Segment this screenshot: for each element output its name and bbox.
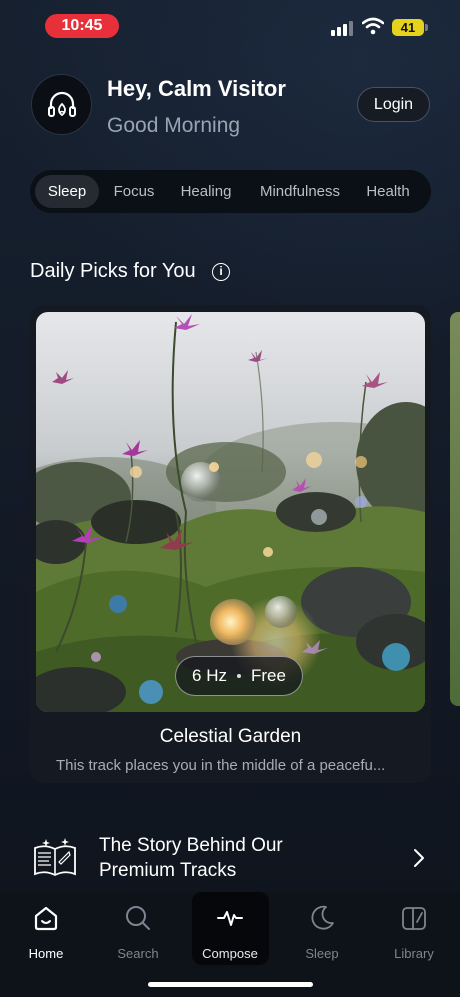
track-price: Free bbox=[251, 666, 286, 685]
home-indicator[interactable] bbox=[148, 982, 313, 987]
tab-focus[interactable]: Focus bbox=[105, 175, 163, 208]
search-icon bbox=[126, 906, 150, 930]
status-bar: 10:45 41 bbox=[0, 0, 460, 50]
track-info-pill: 6 Hz Free bbox=[175, 656, 303, 696]
chevron-right-icon[interactable] bbox=[412, 848, 426, 868]
tab-healing[interactable]: Healing bbox=[173, 175, 239, 208]
login-button[interactable]: Login bbox=[357, 87, 430, 122]
track-title: Celestial Garden bbox=[159, 726, 302, 747]
category-tabs: Sleep Focus Healing Mindfulness Health bbox=[30, 170, 431, 213]
tab-mindfulness[interactable]: Mindfulness bbox=[251, 175, 349, 208]
card-artwork: 6 Hz Free bbox=[36, 312, 425, 712]
story-line-2: Premium Tracks bbox=[99, 860, 237, 881]
story-row[interactable]: The Story Behind Our Premium Tracks bbox=[30, 822, 430, 892]
home-icon bbox=[34, 906, 58, 931]
nav-search-label: Search bbox=[117, 946, 159, 961]
track-description: This track places you in the middle of a… bbox=[56, 757, 386, 774]
info-icon[interactable]: i bbox=[212, 263, 230, 281]
nav-compose-label: Compose bbox=[202, 946, 258, 961]
track-frequency: 6 Hz bbox=[192, 666, 227, 685]
nav-library-label: Library bbox=[394, 946, 434, 961]
status-time: 10:45 bbox=[45, 14, 119, 38]
nav-home[interactable]: Home bbox=[0, 900, 92, 966]
wifi-icon bbox=[362, 17, 384, 35]
nav-home-label: Home bbox=[28, 946, 64, 961]
separator-dot bbox=[237, 674, 241, 678]
tab-health[interactable]: Health bbox=[360, 175, 416, 208]
next-card-peek[interactable] bbox=[450, 312, 460, 706]
headphones-logo-icon bbox=[47, 91, 76, 117]
battery-icon: 41 bbox=[392, 19, 424, 36]
garden-illustration bbox=[36, 312, 425, 712]
waveform-icon bbox=[217, 911, 243, 926]
nav-search[interactable]: Search bbox=[92, 900, 184, 966]
avatar[interactable] bbox=[31, 74, 92, 135]
nav-library[interactable]: Library bbox=[368, 900, 460, 966]
nav-sleep-label: Sleep bbox=[305, 946, 339, 961]
tab-sleep[interactable]: Sleep bbox=[35, 175, 99, 208]
story-title: The Story Behind Our Premium Tracks bbox=[99, 833, 283, 883]
library-icon bbox=[402, 907, 426, 930]
story-line-1: The Story Behind Our bbox=[99, 835, 283, 856]
greeting-subtitle: Good Morning bbox=[107, 114, 241, 137]
nav-sleep[interactable]: Sleep bbox=[276, 900, 368, 966]
daily-pick-card[interactable]: 6 Hz Free Celestial Garden This track pl… bbox=[30, 305, 431, 783]
section-title: Daily Picks for You bbox=[30, 260, 196, 282]
open-book-icon bbox=[34, 838, 76, 877]
moon-icon bbox=[311, 905, 334, 930]
greeting-title: Hey, Calm Visitor bbox=[107, 76, 286, 101]
battery-tip bbox=[425, 24, 428, 31]
nav-compose[interactable]: Compose bbox=[184, 900, 276, 966]
signal-icon bbox=[331, 20, 353, 36]
